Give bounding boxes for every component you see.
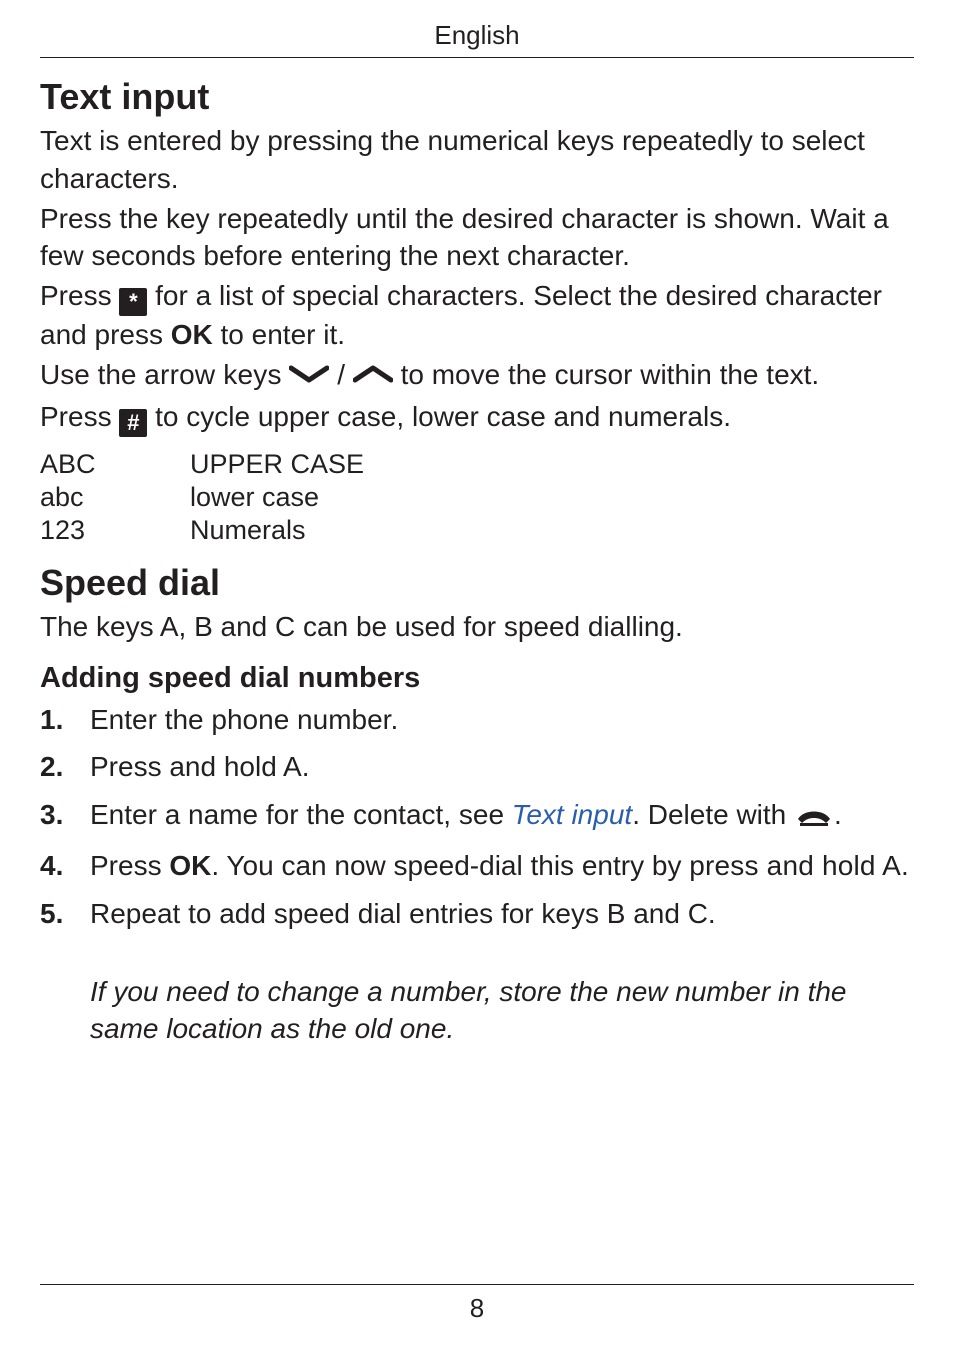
step-2-text: Press and hold A. bbox=[90, 751, 309, 782]
arrow-keys-label: arrow keys bbox=[144, 359, 281, 390]
p3-a: Press bbox=[40, 280, 119, 311]
step-4b: . You can now speed-dial this entry by bbox=[211, 850, 689, 881]
step-4a: Press bbox=[90, 850, 169, 881]
p5-b: to cycle upper case, lower case and nume… bbox=[147, 401, 731, 432]
step-3b: . Delete with bbox=[632, 799, 794, 830]
star-key-icon: * bbox=[119, 288, 147, 316]
ok-key-label: OK bbox=[171, 319, 213, 350]
p3-b: for a list of special characters. Select… bbox=[40, 280, 882, 350]
case-desc: UPPER CASE bbox=[190, 449, 364, 480]
text-input-p4: Use the arrow keys / to move the cursor … bbox=[40, 356, 914, 396]
arrow-up-icon bbox=[353, 358, 393, 396]
case-mode: abc bbox=[40, 482, 190, 513]
text-input-p5: Press # to cycle upper case, lower case … bbox=[40, 398, 914, 437]
table-row: abc lower case bbox=[40, 482, 914, 513]
text-input-p2: Press the key repeatedly until the desir… bbox=[40, 200, 914, 276]
list-item: Enter the phone number. bbox=[40, 701, 914, 739]
case-desc: Numerals bbox=[190, 515, 306, 546]
end-call-icon bbox=[794, 799, 834, 837]
text-input-link[interactable]: Text input bbox=[512, 799, 632, 830]
speed-dial-intro: The keys A, B and C can be used for spee… bbox=[40, 608, 914, 648]
heading-text-input: Text input bbox=[40, 76, 914, 118]
speed-dial-note: If you need to change a number, store th… bbox=[40, 973, 914, 1049]
step-1-text: Enter the phone number. bbox=[90, 704, 398, 735]
subheading-adding-speed-dial: Adding speed dial numbers bbox=[40, 662, 914, 695]
spacer bbox=[40, 1048, 914, 1284]
p4-sep: / bbox=[329, 359, 352, 390]
text-input-p1: Text is entered by pressing the numerica… bbox=[40, 122, 914, 198]
hash-key-icon: # bbox=[119, 409, 147, 437]
step-5-text: Repeat to add speed dial entries for key… bbox=[90, 898, 716, 929]
press-and-hold-a: press and hold A bbox=[689, 850, 901, 881]
list-item: Repeat to add speed dial entries for key… bbox=[40, 895, 914, 933]
header-language: English bbox=[40, 20, 914, 58]
case-mode: ABC bbox=[40, 449, 190, 480]
speed-dial-p1: The keys A, B and C can be used for spee… bbox=[40, 608, 914, 646]
case-desc: lower case bbox=[190, 482, 319, 513]
heading-speed-dial: Speed dial bbox=[40, 562, 914, 604]
text-input-p3: Press * for a list of special characters… bbox=[40, 277, 914, 354]
p5-a: Press bbox=[40, 401, 119, 432]
page-number: 8 bbox=[40, 1284, 914, 1324]
list-item: Press OK. You can now speed-dial this en… bbox=[40, 847, 914, 885]
p4-a: Use the bbox=[40, 359, 144, 390]
text-input-body: Text is entered by pressing the numerica… bbox=[40, 122, 914, 439]
table-row: 123 Numerals bbox=[40, 515, 914, 546]
step-3c: . bbox=[834, 799, 842, 830]
list-item: Press and hold A. bbox=[40, 748, 914, 786]
arrow-down-icon bbox=[289, 358, 329, 396]
ok-key-label: OK bbox=[169, 850, 211, 881]
case-mode-table: ABC UPPER CASE abc lower case 123 Numera… bbox=[40, 449, 914, 548]
speed-dial-steps: Enter the phone number. Press and hold A… bbox=[40, 701, 914, 943]
list-item: Enter a name for the contact, see Text i… bbox=[40, 796, 914, 837]
step-4c: . bbox=[901, 850, 909, 881]
step-3a: Enter a name for the contact, see bbox=[90, 799, 512, 830]
case-mode: 123 bbox=[40, 515, 190, 546]
p3-c: to enter it. bbox=[213, 319, 345, 350]
table-row: ABC UPPER CASE bbox=[40, 449, 914, 480]
p4-c: to move the cursor within the text. bbox=[401, 359, 820, 390]
